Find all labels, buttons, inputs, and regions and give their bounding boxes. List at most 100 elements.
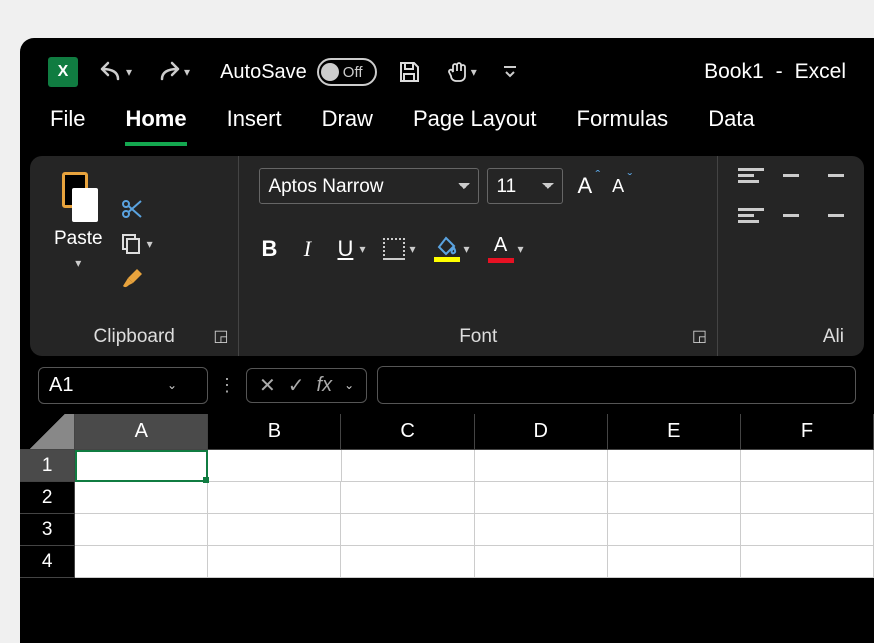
col-header-B[interactable]: B (208, 414, 341, 450)
increase-font-button[interactable]: Aˆ (571, 169, 598, 203)
cancel-formula-button[interactable]: ✕ (259, 373, 276, 398)
autosave-label: AutoSave (220, 61, 307, 84)
font-size-select[interactable]: 11 (487, 168, 563, 204)
group-label-clipboard: Clipboard (50, 320, 218, 348)
row-header-4[interactable]: 4 (20, 546, 75, 578)
cell-B2[interactable] (208, 482, 341, 514)
redo-button[interactable]: ▾ (152, 57, 194, 87)
tab-formulas[interactable]: Formulas (577, 106, 669, 146)
cell-E1[interactable] (608, 450, 741, 482)
toggle-knob-icon (321, 63, 339, 81)
font-dialog-launcher[interactable]: ◲ (692, 326, 707, 346)
tab-home[interactable]: Home (125, 106, 186, 146)
cell-E4[interactable] (608, 546, 741, 578)
chevron-down-icon: ▾ (359, 242, 365, 256)
excel-logo-icon: X (48, 57, 78, 87)
cut-button[interactable] (119, 196, 145, 222)
scissors-icon (120, 197, 144, 221)
cell-D1[interactable] (475, 450, 608, 482)
fill-color-swatch (434, 257, 460, 262)
fill-color-button[interactable]: ▾ (434, 236, 470, 262)
tab-data[interactable]: Data (708, 106, 754, 146)
border-button[interactable]: ▾ (383, 238, 415, 260)
cell-C3[interactable] (341, 514, 474, 546)
cell-C4[interactable] (341, 546, 474, 578)
autosave-toggle[interactable]: Off (317, 58, 377, 86)
paste-button[interactable]: Paste ▾ (50, 168, 107, 320)
cell-D2[interactable] (475, 482, 608, 514)
spreadsheet-grid: A B C D E F 1 2 3 (20, 414, 874, 578)
customize-icon (501, 63, 519, 81)
cell-E2[interactable] (608, 482, 741, 514)
align-left-button[interactable] (738, 208, 764, 228)
document-title: Book1 - Excel (704, 60, 846, 84)
row-header-1[interactable]: 1 (20, 450, 75, 482)
cell-A1[interactable] (75, 450, 208, 482)
tab-insert[interactable]: Insert (227, 106, 282, 146)
select-all-corner[interactable] (20, 414, 75, 450)
cell-A2[interactable] (75, 482, 208, 514)
accept-formula-button[interactable]: ✓ (288, 373, 305, 398)
cell-B4[interactable] (208, 546, 341, 578)
cell-D3[interactable] (475, 514, 608, 546)
save-button[interactable] (393, 56, 425, 88)
italic-button[interactable]: I (297, 236, 317, 262)
ribbon: Paste ▾ (30, 156, 864, 356)
cell-D4[interactable] (475, 546, 608, 578)
align-center-button[interactable] (778, 208, 804, 228)
cell-A3[interactable] (75, 514, 208, 546)
arrow-up-icon: ˆ (595, 167, 600, 183)
underline-button[interactable]: U ▾ (335, 236, 365, 262)
name-box[interactable]: A1 ⌄ (38, 367, 208, 404)
align-bottom-button[interactable] (818, 168, 844, 188)
cell-C1[interactable] (342, 450, 475, 482)
cell-F1[interactable] (741, 450, 874, 482)
tab-file[interactable]: File (50, 106, 85, 146)
paste-label: Paste (54, 228, 103, 250)
drag-dots-icon[interactable]: ⋮ (218, 375, 236, 396)
decrease-font-button[interactable]: Aˇ (606, 172, 630, 201)
align-right-button[interactable] (818, 208, 844, 228)
formula-input[interactable] (377, 366, 856, 404)
align-top-button[interactable] (738, 168, 764, 188)
group-label-alignment: Ali (738, 320, 844, 348)
tab-draw[interactable]: Draw (322, 106, 373, 146)
col-header-A[interactable]: A (75, 414, 208, 450)
align-middle-button[interactable] (778, 168, 804, 188)
cell-E3[interactable] (608, 514, 741, 546)
ribbon-tabs: File Home Insert Draw Page Layout Formul… (20, 106, 874, 156)
cell-C2[interactable] (341, 482, 474, 514)
col-header-E[interactable]: E (608, 414, 741, 450)
cell-B3[interactable] (208, 514, 341, 546)
hand-icon (445, 60, 469, 84)
row-header-2[interactable]: 2 (20, 482, 75, 514)
cell-B1[interactable] (208, 450, 341, 482)
grid-row: 2 (20, 482, 874, 514)
col-header-D[interactable]: D (475, 414, 608, 450)
title-sep: - (776, 60, 783, 84)
bold-button[interactable]: B (259, 236, 279, 262)
clipboard-dialog-launcher[interactable]: ◲ (213, 326, 228, 346)
clipboard-icon (56, 172, 100, 222)
cell-F4[interactable] (741, 546, 874, 578)
save-icon (397, 60, 421, 84)
copy-button[interactable]: ▾ (119, 232, 153, 256)
cell-F2[interactable] (741, 482, 874, 514)
doc-name: Book1 (704, 60, 764, 84)
format-painter-button[interactable] (119, 266, 145, 292)
qat-customize-button[interactable] (497, 59, 523, 85)
titlebar: X ▾ ▾ AutoSave Off (20, 38, 874, 106)
col-header-C[interactable]: C (341, 414, 474, 450)
row-header-3[interactable]: 3 (20, 514, 75, 546)
tab-page-layout[interactable]: Page Layout (413, 106, 537, 146)
insert-function-button[interactable]: fx (317, 374, 333, 397)
undo-button[interactable]: ▾ (94, 57, 136, 87)
font-color-button[interactable]: A ▾ (488, 234, 524, 263)
chevron-down-icon: ▾ (75, 256, 81, 270)
cell-F3[interactable] (741, 514, 874, 546)
touch-mode-button[interactable]: ▾ (441, 56, 481, 88)
col-header-F[interactable]: F (741, 414, 874, 450)
chevron-down-icon: ⌄ (167, 378, 177, 392)
cell-A4[interactable] (75, 546, 208, 578)
font-name-select[interactable]: Aptos Narrow (259, 168, 479, 204)
